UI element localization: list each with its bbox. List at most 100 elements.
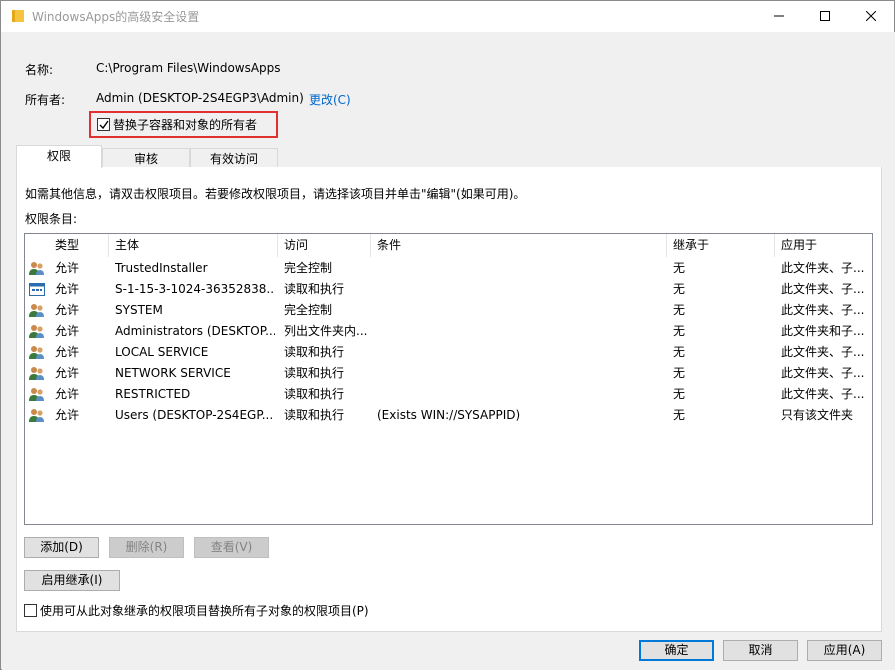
cell-inherited: 无 (673, 408, 686, 422)
cell-applies: 此文件夹、子... (781, 303, 865, 317)
cell-inherited: 无 (673, 282, 686, 296)
cell-access: 读取和执行 (284, 408, 345, 422)
permission-row[interactable]: 允许 LOCAL SERVICE 读取和执行 无 此文件夹、子... (25, 342, 872, 363)
users-icon (29, 303, 45, 318)
cell-principal: S-1-15-3-1024-36352838... (115, 282, 275, 296)
cell-access: 读取和执行 (284, 282, 345, 296)
permission-entries-list[interactable]: 类型 主体 访问 条件 继承于 应用于 允许 TrustedInstaller 完全… (24, 233, 873, 525)
cell-inherited: 无 (673, 366, 686, 380)
users-icon (29, 387, 45, 402)
apply-button[interactable]: 应用(A) (807, 640, 882, 661)
dialog-body: 名称: C:\Program Files\WindowsApps 所有者: Ad… (2, 32, 895, 670)
permission-row[interactable]: 允许 S-1-15-3-1024-36352838... 读取和执行 无 此文件夹、子.… (25, 279, 872, 300)
cell-access: 读取和执行 (284, 366, 345, 380)
users-icon (29, 345, 45, 360)
tab-effective-access[interactable]: 有效访问 (190, 148, 278, 169)
remove-button[interactable]: 删除(R) (109, 537, 184, 558)
column-header-type[interactable]: 类型 (49, 234, 109, 257)
cell-condition (377, 342, 665, 363)
column-header-inherited[interactable]: 继承于 (667, 234, 775, 257)
minimize-button[interactable] (756, 1, 802, 32)
cell-access: 读取和执行 (284, 345, 345, 359)
enable-inheritance-button[interactable]: 启用继承(I) (24, 570, 120, 591)
cell-access: 完全控制 (284, 261, 333, 275)
cell-principal: LOCAL SERVICE (115, 345, 209, 359)
permission-row[interactable]: 允许 Administrators (DESKTOP... 列出文件夹内... 无 此文… (25, 321, 872, 342)
cell-applies: 此文件夹、子... (781, 261, 865, 275)
users-icon (29, 408, 45, 423)
tab-auditing[interactable]: 审核 (102, 148, 190, 169)
cell-applies: 此文件夹、子... (781, 366, 865, 380)
cell-inherited: 无 (673, 345, 686, 359)
cell-condition: (Exists WIN://SYSAPPID) (377, 408, 521, 422)
cell-inherited: 无 (673, 387, 686, 401)
help-text: 如需其他信息，请双击权限项目。若要修改权限项目，请选择该项目并单击"编辑"(如果… (25, 187, 526, 201)
checkmark-icon (99, 120, 109, 130)
cell-inherited: 无 (673, 324, 686, 338)
entries-label: 权限条目: (25, 212, 78, 226)
cell-condition (377, 279, 665, 300)
sid-icon (29, 282, 45, 297)
add-button[interactable]: 添加(D) (24, 537, 99, 558)
cell-applies: 此文件夹、子... (781, 387, 865, 401)
maximize-button[interactable] (802, 1, 848, 32)
users-icon (29, 366, 45, 381)
cell-access: 完全控制 (284, 303, 333, 317)
view-button[interactable]: 查看(V) (194, 537, 269, 558)
tab-permissions[interactable]: 权限 (16, 145, 102, 168)
cell-condition (377, 300, 665, 321)
replace-owner-checkbox[interactable] (97, 118, 110, 131)
column-header-condition[interactable]: 条件 (371, 234, 667, 257)
close-icon (866, 11, 876, 21)
cell-principal: TrustedInstaller (115, 261, 208, 275)
cell-access: 列出文件夹内... (284, 324, 368, 338)
cell-type: 允许 (55, 261, 80, 275)
users-icon (29, 324, 45, 339)
cell-type: 允许 (55, 408, 80, 422)
title-bar[interactable]: WindowsApps的高级安全设置 (1, 1, 894, 32)
replace-child-permissions-checkbox[interactable] (24, 604, 37, 617)
permission-row[interactable]: 允许 RESTRICTED 读取和执行 无 此文件夹、子... (25, 384, 872, 405)
cancel-button[interactable]: 取消 (723, 640, 798, 661)
replace-owner-label[interactable]: 替换子容器和对象的所有者 (113, 116, 257, 133)
permission-row[interactable]: 允许 SYSTEM 完全控制 无 此文件夹、子... (25, 300, 872, 321)
name-label: 名称: (25, 63, 54, 77)
cell-condition (377, 258, 665, 279)
cell-applies: 此文件夹、子... (781, 282, 865, 296)
column-header-access[interactable]: 访问 (278, 234, 371, 257)
cell-access: 读取和执行 (284, 387, 345, 401)
cell-type: 允许 (55, 366, 80, 380)
folder-icon (12, 10, 24, 22)
cell-applies: 只有该文件夹 (781, 408, 854, 422)
maximize-icon (820, 11, 830, 21)
advanced-security-window: WindowsApps的高级安全设置 名称: C:\Program Files\… (0, 0, 895, 670)
cell-condition (377, 321, 665, 342)
name-value: C:\Program Files\WindowsApps (96, 61, 281, 75)
cell-inherited: 无 (673, 303, 686, 317)
minimize-icon (774, 15, 784, 17)
cell-principal: SYSTEM (115, 303, 163, 317)
owner-value: Admin (DESKTOP-2S4EGP3\Admin) (96, 91, 304, 105)
cell-principal: Administrators (DESKTOP... (115, 324, 275, 338)
ok-button[interactable]: 确定 (639, 640, 714, 661)
cell-applies: 此文件夹和子... (781, 324, 865, 338)
cell-condition (377, 363, 665, 384)
permission-row[interactable]: 允许 TrustedInstaller 完全控制 无 此文件夹、子... (25, 258, 872, 279)
column-header-principal[interactable]: 主体 (109, 234, 278, 257)
owner-label: 所有者: (25, 93, 66, 107)
cell-applies: 此文件夹、子... (781, 345, 865, 359)
cell-condition (377, 384, 665, 405)
cell-principal: RESTRICTED (115, 387, 191, 401)
change-owner-link[interactable]: 更改(C) (309, 91, 351, 108)
cell-principal: Users (DESKTOP-2S4EGP... (115, 408, 274, 422)
permission-row[interactable]: 允许 Users (DESKTOP-2S4EGP... 读取和执行 (Exists W… (25, 405, 872, 426)
replace-child-permissions-label[interactable]: 使用可从此对象继承的权限项目替换所有子对象的权限项目(P) (40, 602, 369, 619)
permission-row[interactable]: 允许 NETWORK SERVICE 读取和执行 无 此文件夹、子... (25, 363, 872, 384)
cell-principal: NETWORK SERVICE (115, 366, 231, 380)
cell-type: 允许 (55, 387, 80, 401)
users-icon (29, 261, 45, 276)
column-header-applies[interactable]: 应用于 (775, 234, 872, 257)
close-button[interactable] (848, 1, 894, 32)
window-title: WindowsApps的高级安全设置 (32, 10, 200, 24)
cell-type: 允许 (55, 303, 80, 317)
